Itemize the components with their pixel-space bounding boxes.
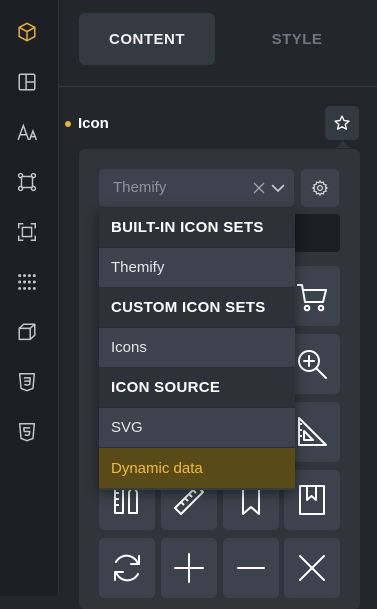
dropdown-option-dynamic-data[interactable]: Dynamic data [99, 448, 295, 488]
icon-tile[interactable] [99, 538, 155, 598]
dots-grid-icon[interactable] [15, 270, 39, 294]
icon-field-label-text: Icon [78, 115, 109, 132]
star-icon [334, 115, 350, 130]
plus-icon [174, 553, 204, 583]
dropdown-group-header: CUSTOM ICON SETS [99, 288, 295, 328]
component-icon[interactable] [15, 170, 39, 194]
icon-tile[interactable] [223, 538, 279, 598]
css3-icon[interactable] [15, 370, 39, 394]
icon-settings-button[interactable] [301, 169, 339, 207]
icon-set-select[interactable]: Themify [99, 169, 294, 207]
tab-bar: CONTENT STYLE [59, 0, 377, 87]
gear-icon [311, 179, 329, 197]
zoom-in-icon [298, 350, 327, 379]
dropdown-option-themify[interactable]: Themify [99, 248, 295, 288]
close-icon [299, 555, 325, 581]
bookmark-alt-icon [299, 485, 325, 515]
refresh-icon [114, 554, 140, 582]
html5-icon[interactable] [15, 420, 39, 444]
typography-icon[interactable] [15, 120, 39, 144]
popover-caret [336, 141, 350, 148]
box-3d-icon[interactable] [15, 320, 39, 344]
frame-icon[interactable] [15, 220, 39, 244]
dropdown-group-header: ICON SOURCE [99, 368, 295, 408]
close-icon[interactable] [252, 181, 266, 195]
dropdown-group-header: BUILT-IN ICON SETS [99, 208, 295, 248]
icon-tile[interactable] [161, 538, 217, 598]
icon-set-select-value: Themify [113, 179, 167, 196]
dynamic-star-button[interactable] [325, 106, 359, 140]
icon-field-label: Icon [65, 115, 109, 132]
tab-style[interactable]: STYLE [229, 13, 365, 65]
shopping-cart-icon [297, 284, 327, 312]
icon-tile[interactable] [284, 538, 340, 598]
layout-icon[interactable] [15, 70, 39, 94]
minus-icon [237, 567, 265, 569]
dropdown-option-svg[interactable]: SVG [99, 408, 295, 448]
icon-set-dropdown: BUILT-IN ICON SETS Themify CUSTOM ICON S… [99, 208, 295, 490]
sidebar [0, 0, 59, 596]
set-square-icon [298, 417, 327, 446]
cube-icon[interactable] [15, 20, 39, 44]
dropdown-option-icons[interactable]: Icons [99, 328, 295, 368]
chevron-down-icon[interactable] [271, 181, 285, 195]
modified-dot [65, 120, 71, 127]
tab-content[interactable]: CONTENT [79, 13, 215, 65]
